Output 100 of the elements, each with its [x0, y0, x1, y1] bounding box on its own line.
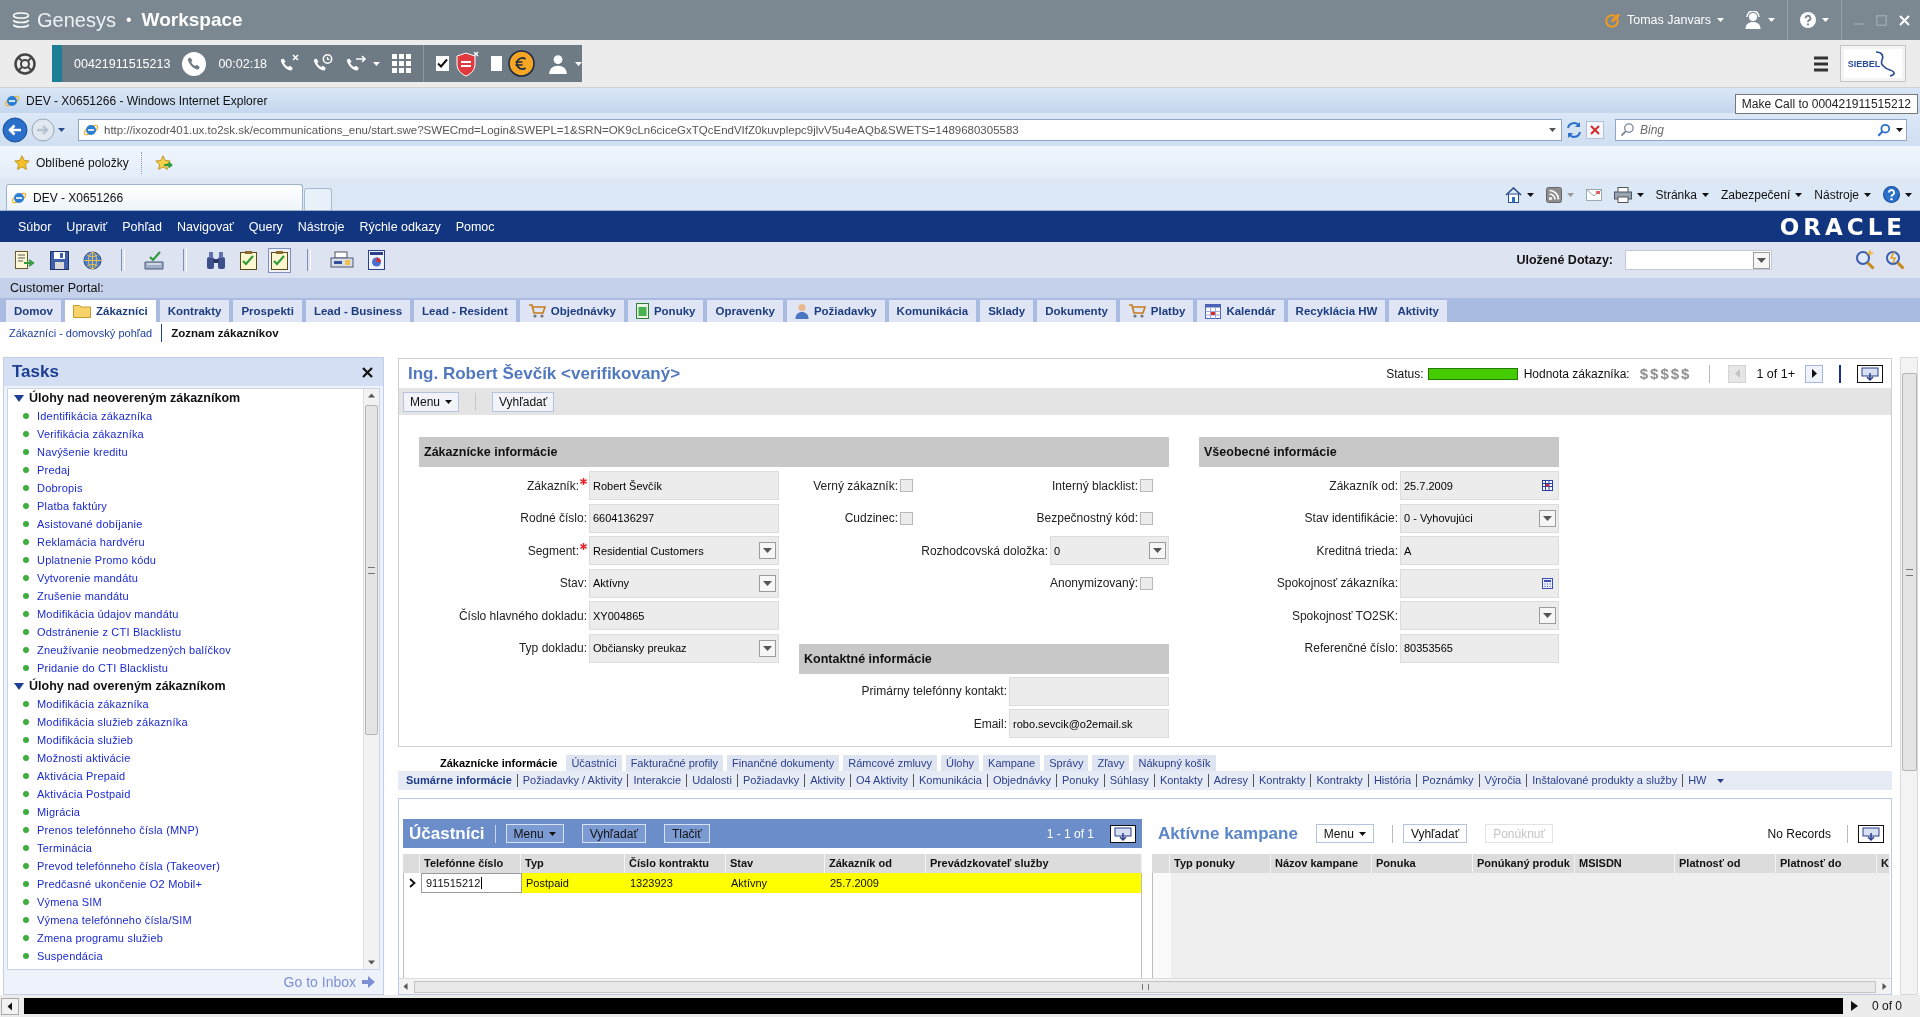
task-link[interactable]: Suspendácia — [37, 950, 103, 962]
menu-item[interactable]: Pomoc — [455, 219, 495, 234]
screen-tab[interactable]: Prospekti — [233, 300, 302, 322]
task-link[interactable]: Platba faktúry — [37, 500, 108, 512]
text-field[interactable]: XY004865 — [589, 601, 779, 630]
task-link[interactable]: Prevod telefónneho čísla (Takeover) — [37, 860, 221, 872]
task-link[interactable]: Modifikácia služieb — [37, 734, 134, 746]
shield-icon[interactable] — [454, 50, 479, 77]
refresh-icon[interactable] — [1565, 120, 1583, 139]
print-button[interactable] — [1613, 186, 1644, 203]
screen-tab[interactable]: Kalendár — [1197, 300, 1284, 322]
browser-tab[interactable]: DEV - X0651266 — [6, 184, 303, 210]
checkbox[interactable] — [490, 56, 502, 71]
calculator-icon[interactable] — [1542, 577, 1553, 589]
phone-x-icon[interactable] — [279, 54, 301, 73]
euro-coin-icon[interactable] — [508, 50, 535, 77]
checkbox[interactable] — [1140, 511, 1153, 525]
subview-link[interactable]: Sumárne informácie — [401, 774, 517, 787]
checkbox[interactable] — [900, 479, 913, 492]
contact-button[interactable] — [547, 53, 582, 74]
menu-icon[interactable] — [1814, 55, 1828, 72]
screen-tab[interactable]: Dokumenty — [1037, 300, 1116, 322]
stop-icon[interactable] — [1586, 120, 1604, 139]
dropdown-field[interactable]: Aktívny — [589, 568, 779, 598]
subview-link[interactable]: Udalosti — [686, 774, 737, 787]
subview-link[interactable]: Kontrakty — [1310, 774, 1368, 787]
screen-tab[interactable]: Komunikácia — [888, 300, 977, 322]
view-link[interactable]: Zákazníci - domovský pohľad — [9, 327, 153, 339]
applet-button[interactable]: Vyhľadať — [1402, 824, 1468, 843]
menu-item[interactable]: Navigovať — [176, 219, 234, 234]
screen-tab[interactable]: Lead - Business — [305, 300, 411, 322]
text-field[interactable]: 80353565 — [1400, 633, 1559, 663]
screen-tab[interactable]: Opravenky — [707, 300, 783, 322]
subview-link[interactable]: Kontrakty — [1252, 774, 1311, 787]
star-arrow-icon[interactable] — [154, 154, 173, 171]
view-link[interactable]: Zoznam zákazníkov — [171, 327, 279, 339]
subview-link[interactable]: Výročia — [1478, 774, 1527, 787]
screen-tab[interactable]: Platby — [1119, 300, 1194, 322]
task-link[interactable]: Modifikácia zákazníka — [37, 698, 149, 710]
text-field[interactable] — [1009, 676, 1169, 706]
text-field[interactable]: 6604136297 — [589, 503, 779, 533]
dropdown-field[interactable]: 0 - Vyhovujúci — [1400, 503, 1559, 533]
task-link[interactable]: Asistované dobíjanie — [37, 518, 143, 530]
feeds-button[interactable] — [1545, 186, 1574, 203]
calendar-icon[interactable] — [1542, 480, 1553, 491]
checkbox[interactable] — [435, 56, 449, 71]
command-menu[interactable]: Stránka — [1655, 187, 1709, 202]
task-link[interactable]: Dobropis — [37, 482, 83, 494]
scrollbar[interactable] — [399, 978, 1891, 994]
applet-button[interactable]: Tlačiť — [663, 824, 710, 843]
task-link[interactable]: Migrácia — [37, 806, 81, 818]
checkbox[interactable] — [1140, 576, 1153, 590]
subview-link[interactable]: Inštalované produkty a služby — [1526, 774, 1683, 787]
subview-link[interactable]: Poznámky — [1416, 774, 1479, 787]
caret-icon[interactable] — [1717, 778, 1725, 783]
view-tab[interactable]: Zákaznícke informácie — [435, 755, 563, 771]
task-link[interactable]: Uplatnenie Promo kódu — [37, 554, 157, 566]
subview-link[interactable]: História — [1367, 774, 1417, 787]
task-link[interactable]: Výmena telefónneho čísla/SIM — [37, 914, 192, 926]
task-link[interactable]: Verifikácia zákazníka — [37, 428, 144, 440]
task-link[interactable]: Zrušenie mandátu — [37, 590, 129, 602]
subview-link[interactable]: Adresy — [1207, 774, 1253, 787]
scrollbar[interactable] — [1900, 357, 1918, 995]
triangle-right-icon[interactable] — [1851, 1001, 1858, 1011]
checkbox[interactable] — [1140, 479, 1153, 492]
task-link[interactable]: Modifikácia služieb zákazníka — [37, 716, 188, 728]
task-link[interactable]: Identifikácia zákazníka — [37, 410, 153, 422]
date-field[interactable]: 25.7.2009 — [1400, 471, 1559, 500]
screen-tab[interactable]: Lead - Resident — [414, 300, 516, 322]
view-tab[interactable]: Účastníci — [566, 755, 622, 771]
task-link[interactable]: Možnosti aktivácie — [37, 752, 131, 764]
magnifier-lightning-icon[interactable] — [1884, 249, 1906, 271]
subview-link[interactable]: Aktivity — [804, 774, 850, 787]
applet-button[interactable]: Vyhľadať — [581, 824, 646, 843]
toolbar-button[interactable] — [268, 247, 291, 273]
dropdown-field[interactable]: Občiansky preukaz — [589, 633, 779, 663]
menu-item[interactable]: Rýchle odkazy — [359, 219, 441, 234]
task-link[interactable]: Predčasné ukončenie O2 Mobil+ — [37, 878, 203, 890]
menu-item[interactable]: Upraviť — [66, 219, 108, 234]
subview-link[interactable]: Interakcie — [627, 774, 687, 787]
favorites-button[interactable]: Oblíbené položky — [14, 154, 129, 171]
user-menu-button[interactable]: Tomas Janvars — [1604, 12, 1724, 28]
checkbox[interactable] — [900, 511, 913, 525]
magnifier-sparkle-icon[interactable] — [1854, 249, 1876, 271]
task-link[interactable]: Výmena SIM — [37, 896, 102, 908]
dropdown-field[interactable] — [1400, 601, 1559, 630]
view-tab[interactable]: Rámcové zmluvy — [843, 755, 937, 771]
calculator-field[interactable] — [1400, 568, 1559, 598]
menu-item[interactable]: Query — [248, 219, 283, 234]
scrollbar[interactable] — [363, 389, 379, 969]
phone-number-input[interactable]: 911515212 — [421, 873, 522, 893]
search-icon[interactable] — [1877, 122, 1891, 137]
task-link[interactable]: Predaj — [37, 464, 70, 476]
screen-tab[interactable]: Ponuky — [627, 300, 704, 322]
task-link[interactable]: Aktivácia Prepaid — [37, 770, 126, 782]
task-link[interactable]: Vytvorenie mandátu — [37, 572, 139, 584]
lifebuoy-icon[interactable] — [14, 52, 36, 75]
view-tab[interactable]: Nákupný košík — [1133, 755, 1216, 771]
text-field[interactable]: Robert Ševčík — [589, 471, 779, 500]
menu-item[interactable]: Nástroje — [297, 219, 345, 234]
